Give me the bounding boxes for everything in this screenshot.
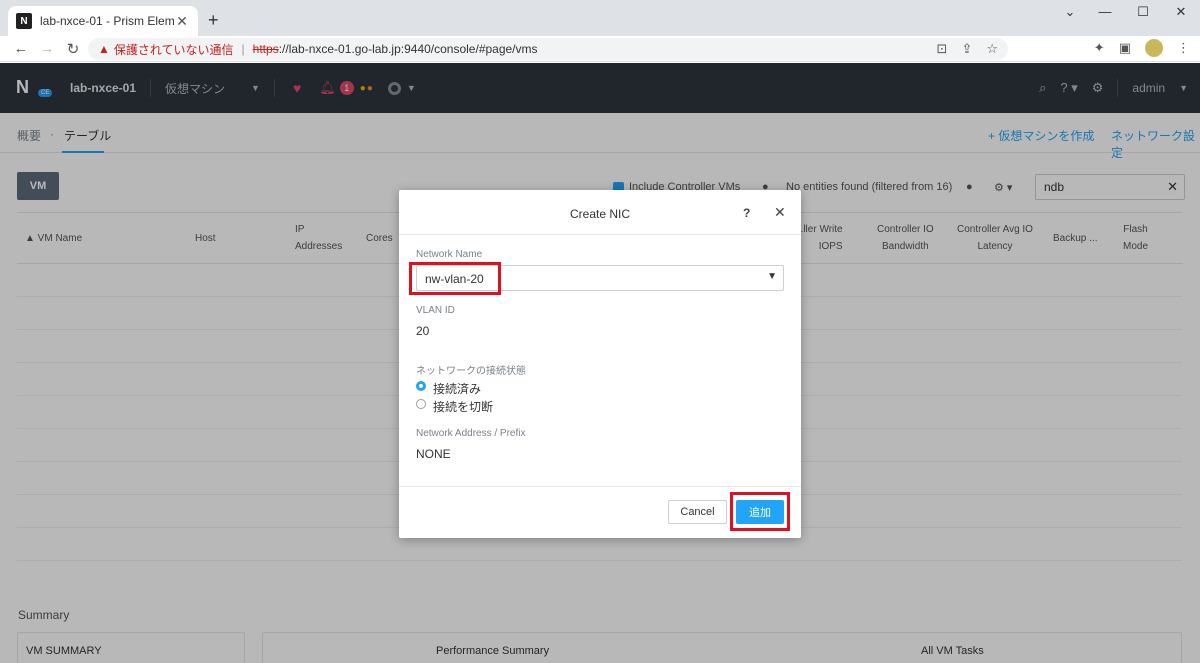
maximize-icon[interactable]: ☐ xyxy=(1128,4,1158,20)
cancel-button[interactable]: Cancel xyxy=(668,500,727,524)
vlan-id-label: VLAN ID xyxy=(416,305,455,316)
url-separator: | xyxy=(241,42,245,56)
reload-icon[interactable]: ↻ xyxy=(60,40,86,58)
tab-title: lab-nxce-01 - Prism Element xyxy=(40,14,174,28)
url-path: ://lab-nxce-01.go-lab.jp:9440/console/#p… xyxy=(278,42,538,56)
network-address-label: Network Address / Prefix xyxy=(416,428,526,439)
back-arrow-icon[interactable]: ← xyxy=(8,40,34,57)
network-name-label: Network Name xyxy=(416,249,483,260)
profile-avatar[interactable] xyxy=(1145,39,1163,57)
create-nic-dialog: Create NIC ? ✕ Network Name nw-vlan-20 ▼… xyxy=(399,190,801,538)
disconnect-radio[interactable] xyxy=(416,399,426,409)
browser-tabstrip: N lab-nxce-01 - Prism Element ✕ + ⌄ — ☐ … xyxy=(0,0,1200,36)
side-panel-icon[interactable]: ▣ xyxy=(1119,40,1131,56)
security-warning[interactable]: 保護されていない通信 xyxy=(114,41,234,58)
new-tab-button[interactable]: + xyxy=(208,10,219,31)
url-scheme: https xyxy=(252,42,279,56)
tab-close-icon[interactable]: ✕ xyxy=(174,13,190,30)
nutanix-favicon-icon: N xyxy=(16,13,32,29)
disconnect-radio-label[interactable]: 接続を切断 xyxy=(433,398,493,415)
connection-state-label: ネットワークの接続状態 xyxy=(416,366,526,377)
omnibox-actions: ⊡ ⇪ ☆ xyxy=(937,41,998,57)
browser-menu-icon[interactable]: ⋮ xyxy=(1177,40,1190,56)
vlan-id-value: 20 xyxy=(416,324,430,338)
browser-tab[interactable]: N lab-nxce-01 - Prism Element ✕ xyxy=(8,6,198,36)
translate-icon[interactable]: ⊡ xyxy=(937,41,948,57)
browser-toolbar: ← → ↻ ▲ 保護されていない通信 | https ://lab-nxce-0… xyxy=(0,36,1200,62)
network-address-value: NONE xyxy=(416,447,451,461)
connected-radio[interactable] xyxy=(416,381,426,391)
dialog-title: Create NIC xyxy=(569,207,631,221)
tab-search-chevron-icon[interactable]: ⌄ xyxy=(1055,4,1085,20)
close-icon[interactable]: ✕ xyxy=(774,204,786,221)
address-bar[interactable]: ▲ 保護されていない通信 | https ://lab-nxce-01.go-l… xyxy=(88,38,1008,60)
bookmark-star-icon[interactable]: ☆ xyxy=(986,41,998,57)
dialog-divider xyxy=(399,234,801,235)
warning-triangle-icon: ▲ xyxy=(98,42,110,56)
chevron-down-icon: ▼ xyxy=(767,271,777,282)
extension-icons: ✦ ▣ ⋮ xyxy=(1094,39,1190,57)
forward-arrow-icon[interactable]: → xyxy=(34,40,60,57)
dialog-divider xyxy=(399,486,801,487)
annotation-highlight-box xyxy=(409,262,501,295)
share-icon[interactable]: ⇪ xyxy=(961,41,972,57)
window-close-icon[interactable]: ✕ xyxy=(1166,4,1196,20)
help-icon[interactable]: ? xyxy=(743,206,750,220)
connected-radio-label[interactable]: 接続済み xyxy=(433,380,481,397)
extensions-puzzle-icon[interactable]: ✦ xyxy=(1094,40,1105,56)
minimize-icon[interactable]: — xyxy=(1090,4,1120,19)
annotation-highlight-box xyxy=(730,492,790,531)
